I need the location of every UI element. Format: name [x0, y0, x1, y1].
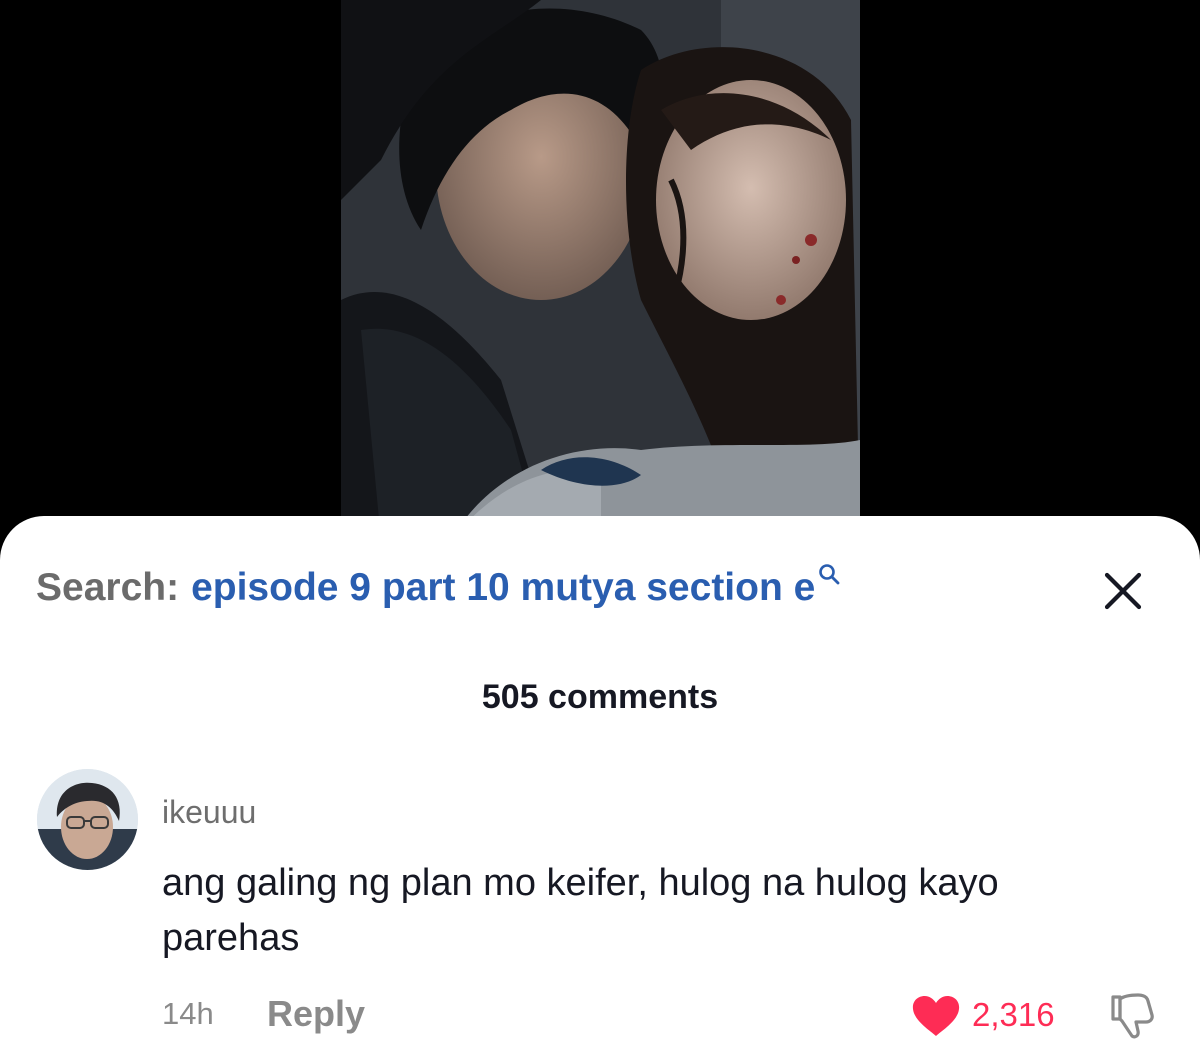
search-query-link[interactable]: episode 9 part 10 mutya section e: [191, 566, 815, 610]
close-icon[interactable]: [1100, 568, 1146, 614]
search-prefix-label: Search:: [36, 566, 180, 609]
heart-icon[interactable]: [910, 994, 962, 1038]
comment-username[interactable]: ikeuuu: [162, 794, 256, 831]
thumbs-down-icon[interactable]: [1108, 991, 1156, 1041]
comment-text: ang galing ng plan mo keifer, hulog na h…: [162, 862, 999, 959]
reply-button[interactable]: Reply: [267, 993, 365, 1035]
video-still-image: [341, 0, 860, 540]
screen: Search: episode 9 part 10 mutya section …: [0, 0, 1200, 1060]
comment-count-title: 505 comments: [481, 678, 719, 716]
video-player[interactable]: [341, 0, 860, 540]
comment-timestamp: 14h: [162, 996, 214, 1031]
like-count: 2,316: [972, 996, 1055, 1033]
search-icon[interactable]: [817, 552, 841, 585]
avatar[interactable]: [37, 769, 138, 870]
search-suggestion[interactable]: Search: episode 9 part 10 mutya section …: [36, 564, 841, 614]
